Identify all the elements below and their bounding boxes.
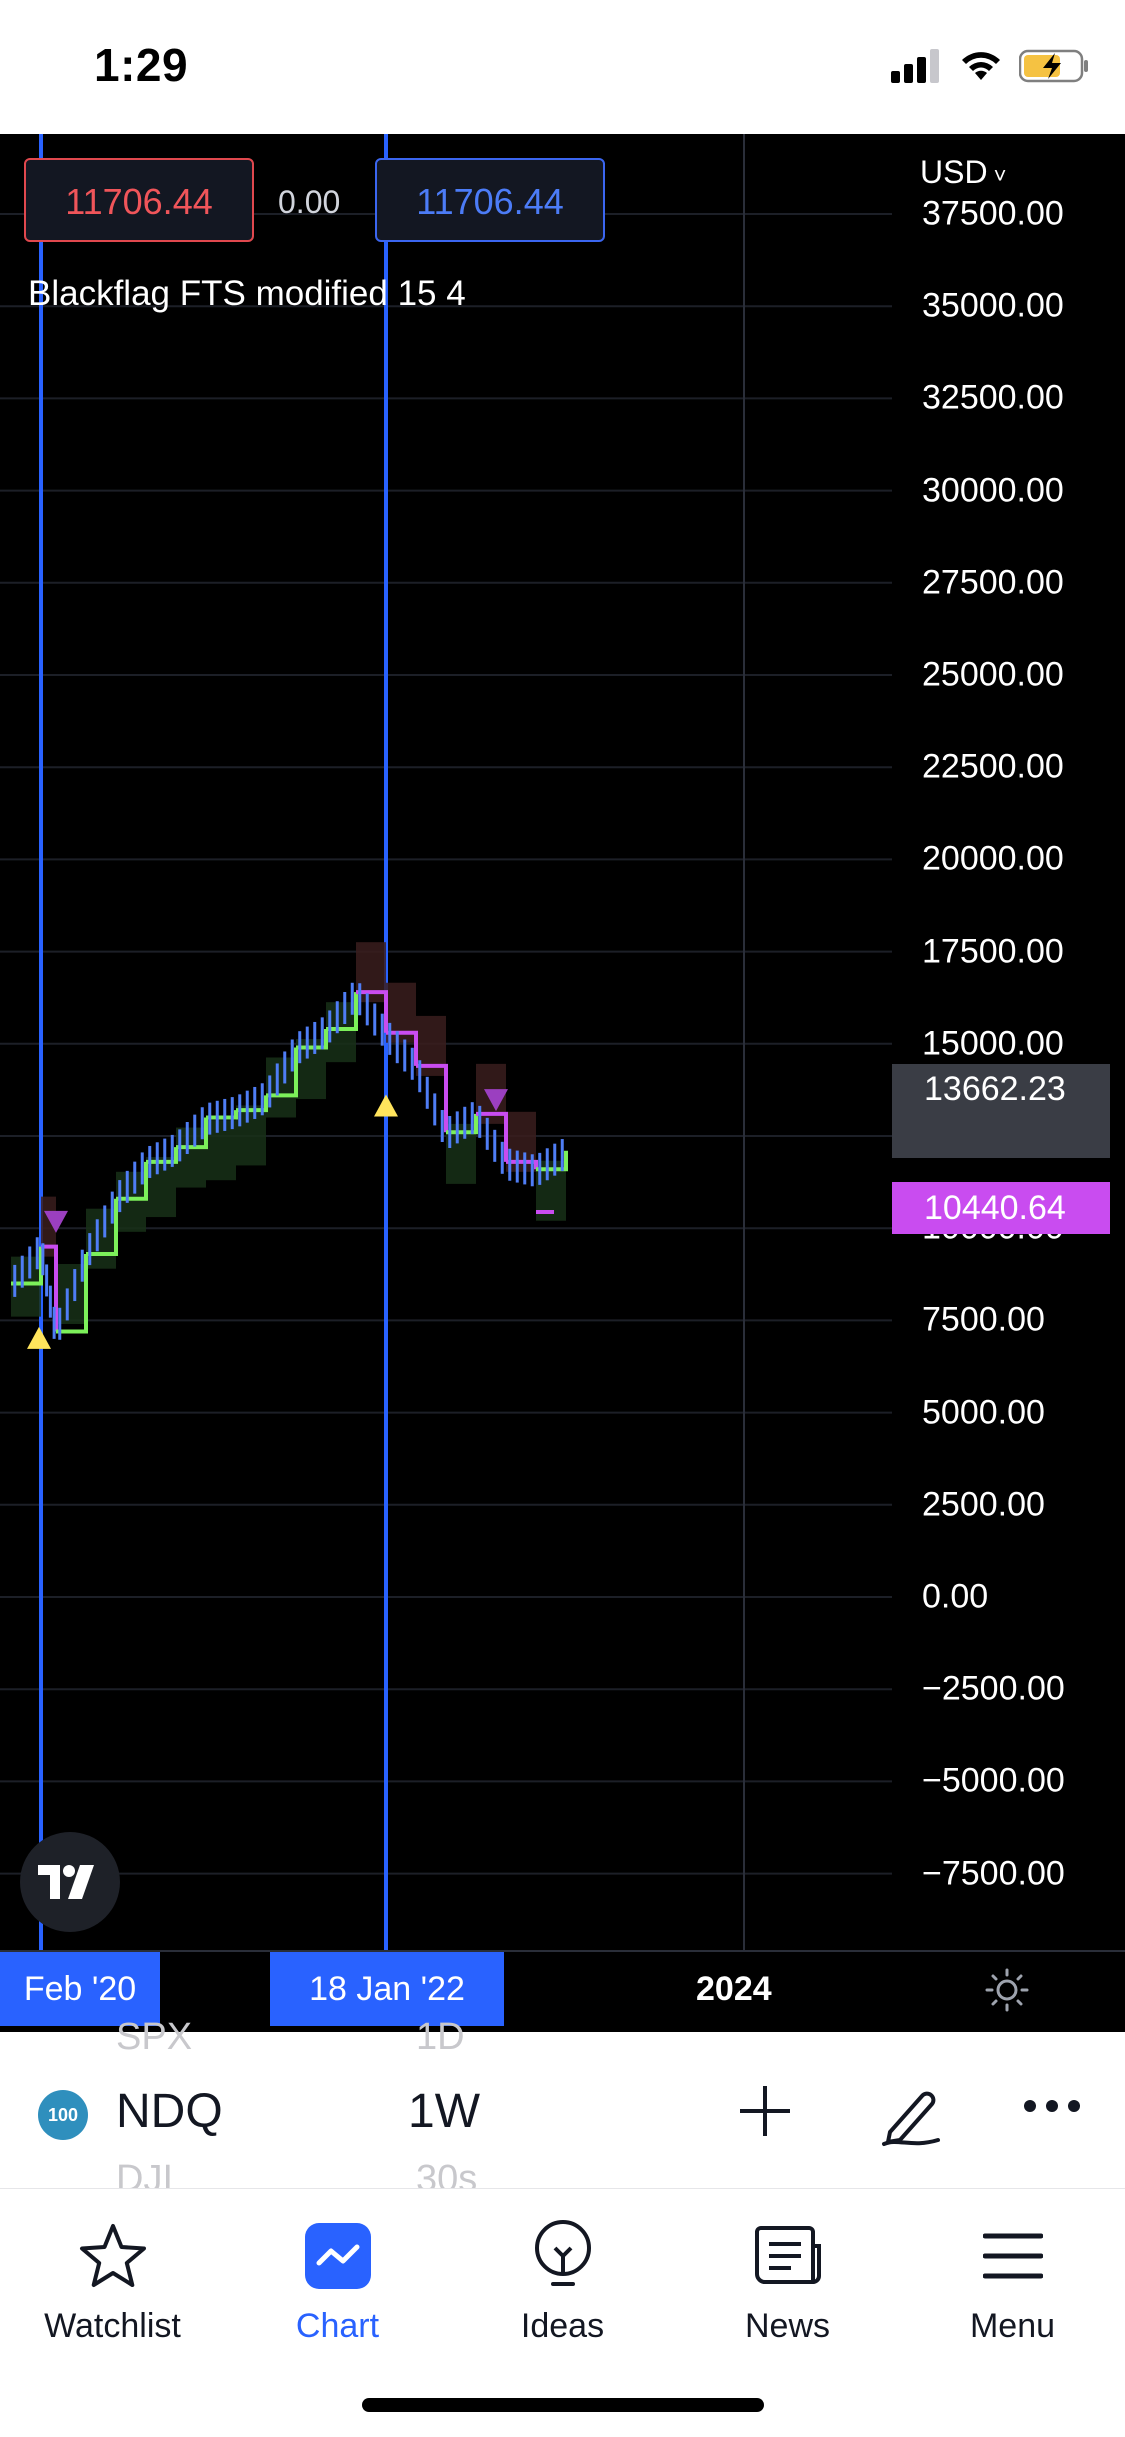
ghost-interval-above: 1D	[416, 2016, 465, 2058]
price-axis-label: 15000.00	[922, 1024, 1064, 1063]
tab-menu[interactable]: Menu	[900, 2211, 1125, 2346]
status-time: 1:29	[94, 39, 189, 91]
tab-label: News	[744, 2307, 831, 2345]
price-box-left[interactable]: 11706.44	[24, 158, 254, 242]
price-axis-label: 5000.00	[922, 1393, 1045, 1432]
tab-news[interactable]: News	[675, 2211, 900, 2346]
tab-ideas[interactable]: Ideas	[450, 2211, 675, 2346]
candles	[13, 982, 564, 1340]
battery-charging-icon	[1019, 49, 1088, 83]
tab-watchlist[interactable]: Watchlist	[0, 2211, 225, 2346]
tab-label: Watchlist	[44, 2307, 181, 2345]
price-axis-label: 27500.00	[922, 563, 1064, 602]
price-axis-label: −2500.00	[922, 1669, 1065, 1708]
currency-selector[interactable]: USD ˅	[920, 154, 1007, 191]
tradingview-logo-icon	[38, 1865, 94, 1899]
chart-icon	[304, 2223, 371, 2289]
price-axis-label: 17500.00	[922, 932, 1064, 971]
time-chip-center: 18 Jan '22	[270, 1952, 504, 2026]
current-price-tag: 13662.23	[892, 1064, 1110, 1158]
price-change: 0.00	[278, 184, 341, 220]
symbol-name[interactable]: NDQ	[116, 2084, 223, 2139]
settings-sun-icon[interactable]	[985, 1968, 1029, 2012]
home-indicator	[362, 2398, 764, 2412]
price-axis-label: 30000.00	[922, 471, 1064, 510]
indicator-bands	[11, 942, 566, 1325]
current-price-value: 13662.23	[924, 1070, 1066, 1108]
hamburger-icon	[982, 2233, 1043, 2279]
tab-label: Ideas	[520, 2307, 605, 2345]
more-icon[interactable]	[1022, 2098, 1082, 2114]
news-icon	[754, 2226, 821, 2284]
price-axis-label: −5000.00	[922, 1761, 1065, 1800]
interval-selector[interactable]: 1W	[408, 2084, 480, 2139]
status-icons	[891, 48, 1091, 84]
price-axis-label: 32500.00	[922, 378, 1064, 417]
buy-signal-marker	[27, 1326, 51, 1349]
stop-price-value: 10440.64	[924, 1189, 1066, 1227]
symbol-badge: 100	[38, 2090, 88, 2140]
wifi-icon	[962, 52, 1000, 80]
tab-label: Menu	[969, 2307, 1056, 2345]
lightbulb-icon	[534, 2220, 591, 2286]
price-axis-label: 22500.00	[922, 747, 1064, 786]
chevron-down-icon: ˅	[987, 163, 1007, 188]
indicator-label[interactable]: Blackflag FTS modified 15 4	[28, 274, 466, 314]
star-icon	[79, 2224, 146, 2287]
symbol-bar: SPX 1D 100 NDQ 1W DJI 30s	[0, 2016, 1125, 2200]
plus-icon[interactable]	[736, 2082, 794, 2140]
tradingview-logo[interactable]	[20, 1832, 120, 1932]
status-bar: 1:29	[0, 0, 1125, 134]
price-axis-label: 2500.00	[922, 1485, 1045, 1524]
tab-label: Chart	[295, 2307, 380, 2345]
price-axis-label: 37500.00	[922, 194, 1064, 233]
drawing-pen-icon[interactable]	[878, 2082, 944, 2148]
stop-price-tag: 10440.64	[892, 1182, 1110, 1234]
price-axis-label: 0.00	[922, 1577, 989, 1616]
price-axis-label: 20000.00	[922, 839, 1064, 878]
currency-label: USD	[920, 154, 988, 190]
tab-chart[interactable]: Chart	[225, 2211, 450, 2346]
ghost-symbol-above: SPX	[116, 2016, 193, 2058]
time-year-label: 2024	[696, 1970, 772, 2008]
chart-area[interactable]: 11706.44 0.00 11706.44 Blackflag FTS mod…	[0, 134, 1125, 1950]
price-axis-label: 7500.00	[922, 1300, 1045, 1339]
time-chip-left: Feb '20	[0, 1952, 160, 2026]
buy-signal-marker	[374, 1094, 398, 1117]
price-axis-label: 25000.00	[922, 655, 1064, 694]
price-axis-label: 35000.00	[922, 286, 1064, 325]
price-axis-label: −7500.00	[922, 1854, 1065, 1893]
signal-icon	[891, 49, 939, 83]
price-box-right[interactable]: 11706.44	[375, 158, 605, 242]
